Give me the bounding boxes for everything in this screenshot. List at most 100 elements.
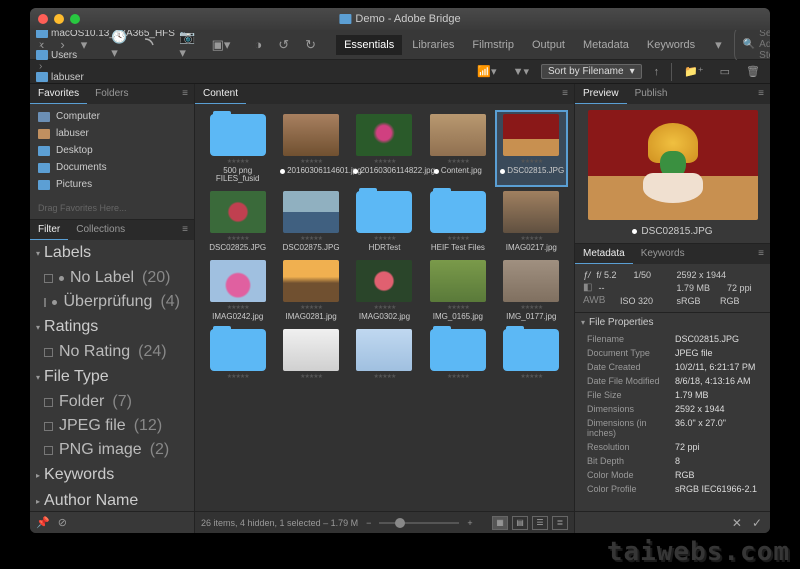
thumb-view-icon[interactable]: ▤	[512, 516, 528, 530]
workspace-tab-keywords[interactable]: Keywords	[639, 35, 703, 55]
zoom-icon[interactable]	[70, 14, 80, 24]
pin-icon[interactable]: 📌	[36, 516, 50, 529]
thumbnail[interactable]: ★★★★★IMG_0165.jpg	[423, 258, 492, 323]
details-view-icon[interactable]: ☰	[532, 516, 548, 530]
panel-menu-icon[interactable]: ≡	[176, 220, 194, 240]
filter-section-header[interactable]: ▾Ratings	[30, 314, 194, 340]
panel-menu-icon[interactable]: ≡	[752, 244, 770, 264]
panel-menu-icon[interactable]: ≡	[556, 84, 574, 104]
thumbnail[interactable]: ★★★★★DSC02825.JPG	[203, 189, 272, 254]
thumbnail[interactable]: ★★★★★IMAG0281.jpg	[276, 258, 345, 323]
thumbnail[interactable]: ★★★★★IMAG0217.jpg	[497, 189, 566, 254]
open-recent-icon[interactable]: ▭	[716, 63, 734, 80]
filter-section-header[interactable]: ▸Keywords	[30, 462, 194, 488]
thumbnail-slider[interactable]	[379, 522, 459, 524]
filter-item[interactable]: PNG image(2)	[30, 438, 194, 462]
content-body[interactable]: ★★★★★500 png FILES_fusid★★★★★20160306114…	[195, 104, 574, 511]
close-icon[interactable]	[38, 14, 48, 24]
filter-section-header[interactable]: ▾File Type	[30, 364, 194, 390]
workspace-tab-filmstrip[interactable]: Filmstrip	[464, 35, 522, 55]
filter-footer: 📌 ⊘	[30, 511, 194, 533]
cancel-icon[interactable]: ✕	[732, 516, 742, 530]
zoom-out-icon[interactable]: −	[366, 518, 371, 528]
filter-tool-icon[interactable]: 📶▾	[473, 63, 500, 80]
favorite-item[interactable]: labuser	[30, 125, 194, 142]
thumbnail[interactable]: ★★★★★IMG_0177.jpg	[497, 258, 566, 323]
thumbnail[interactable]: ★★★★★	[350, 327, 419, 384]
sort-asc-icon[interactable]: ↑	[650, 64, 664, 80]
metadata-row: Dimensions2592 x 1944	[575, 402, 770, 416]
preview-image[interactable]	[588, 110, 758, 220]
trash-icon[interactable]: 🗑	[742, 63, 764, 80]
thumbnail[interactable]: ★★★★★	[423, 327, 492, 384]
title-text: Demo - Adobe Bridge	[355, 13, 460, 25]
thumbnail[interactable]: ★★★★★IMAG0302.jpg	[350, 258, 419, 323]
new-folder-icon[interactable]: 📁⁺	[680, 63, 708, 80]
thumbnail[interactable]: ★★★★★IMAG0242.jpg	[203, 258, 272, 323]
filter-item[interactable]: No Rating(24)	[30, 340, 194, 364]
filter-item[interactable]: Überprüfung(4)	[30, 290, 194, 314]
clear-icon[interactable]: ⊘	[58, 516, 67, 529]
filter-item[interactable]: Folder(7)	[30, 390, 194, 414]
workspace-tab-metadata[interactable]: Metadata	[575, 35, 637, 55]
panel-tab-preview[interactable]: Preview	[575, 84, 627, 104]
workspace-tabs: EssentialsLibrariesFilmstripOutputMetada…	[336, 35, 703, 55]
apply-icon[interactable]: ✓	[752, 516, 762, 530]
panel-tab-favorites[interactable]: Favorites	[30, 84, 87, 104]
thumbnail[interactable]: ★★★★★HEIF Test Files	[423, 189, 492, 254]
workspace-tab-output[interactable]: Output	[524, 35, 573, 55]
favorite-item[interactable]: Computer	[30, 108, 194, 125]
rotate-cw-button[interactable]: ↻	[301, 35, 320, 55]
thumbnail[interactable]: ★★★★★DSC02875.JPG	[276, 189, 345, 254]
favorite-item[interactable]: Pictures	[30, 176, 194, 193]
file-properties-header[interactable]: ▾File Properties	[575, 313, 770, 332]
right-column: PreviewPublish ≡ DSC02815.JPG MetadataKey…	[575, 84, 770, 533]
panel-tab-filter[interactable]: Filter	[30, 220, 68, 240]
thumbnail[interactable]: ★★★★★20160306114822.jpg	[350, 112, 419, 185]
list-view-icon[interactable]: ≣	[552, 516, 568, 530]
thumbnail[interactable]: ★★★★★HDRTest	[350, 189, 419, 254]
filter-section-header[interactable]: ▸Author Name	[30, 488, 194, 511]
sort-dropdown[interactable]: Sort by Filename▾	[541, 64, 642, 79]
breadcrumb: Computer›macOS10.13_17A365_HFS›Users›lab…	[30, 60, 770, 84]
filter-section-header[interactable]: ▾Labels	[30, 240, 194, 266]
get-photos-button[interactable]: 📷▾	[175, 27, 199, 63]
preview-body: DSC02815.JPG	[575, 104, 770, 243]
minimize-icon[interactable]	[54, 14, 64, 24]
thumbnail[interactable]: ★★★★★500 png FILES_fusid	[203, 112, 272, 185]
filter-item[interactable]: No Label(20)	[30, 266, 194, 290]
panel-tab-folders[interactable]: Folders	[87, 84, 136, 104]
favorite-item[interactable]: Documents	[30, 159, 194, 176]
breadcrumb-item[interactable]: Users	[36, 50, 175, 61]
grid-view-icon[interactable]: ▦	[492, 516, 508, 530]
rotate-ccw-button[interactable]: ↺	[274, 35, 293, 55]
workspace-dropdown[interactable]: ▾	[711, 35, 726, 55]
panel-tab-collections[interactable]: Collections	[68, 220, 133, 240]
zoom-in-icon[interactable]: +	[467, 518, 472, 528]
panel-tab-metadata[interactable]: Metadata	[575, 244, 633, 264]
panel-menu-icon[interactable]: ≡	[752, 84, 770, 104]
thumbnail[interactable]: ★★★★★	[497, 327, 566, 384]
search-icon: 🔍	[743, 39, 755, 50]
content-footer: 26 items, 4 hidden, 1 selected – 1.79 M …	[195, 511, 574, 533]
thumbnail[interactable]: ★★★★★20160306114601.jpg	[276, 112, 345, 185]
workspace-tab-essentials[interactable]: Essentials	[336, 35, 402, 55]
content-tab[interactable]: Content	[195, 84, 246, 104]
refine-button[interactable]: ▣▾	[208, 35, 235, 55]
open-camera-raw-button[interactable]: ◑	[250, 35, 266, 54]
metadata-row: Bit Depth8	[575, 454, 770, 468]
traffic-lights	[38, 14, 80, 24]
filter-item[interactable]: JPEG file(12)	[30, 414, 194, 438]
thumbnail[interactable]: ★★★★★	[276, 327, 345, 384]
panel-menu-icon[interactable]: ≡	[176, 84, 194, 104]
panel-tab-publish[interactable]: Publish	[627, 84, 676, 104]
workspace-tab-libraries[interactable]: Libraries	[404, 35, 462, 55]
favorite-item[interactable]: Desktop	[30, 142, 194, 159]
search-input[interactable]: 🔍 Search Adobe Stock	[734, 25, 770, 64]
panel-tab-keywords[interactable]: Keywords	[633, 244, 693, 264]
filter-funnel-icon[interactable]: ▼▾	[509, 63, 533, 80]
thumbnail[interactable]: ★★★★★	[203, 327, 272, 384]
thumbnail[interactable]: ★★★★★Content.jpg	[423, 112, 492, 185]
thumbnail[interactable]: ★★★★★DSC02815.JPG	[497, 112, 566, 185]
breadcrumb-item[interactable]: labuser	[36, 72, 175, 83]
